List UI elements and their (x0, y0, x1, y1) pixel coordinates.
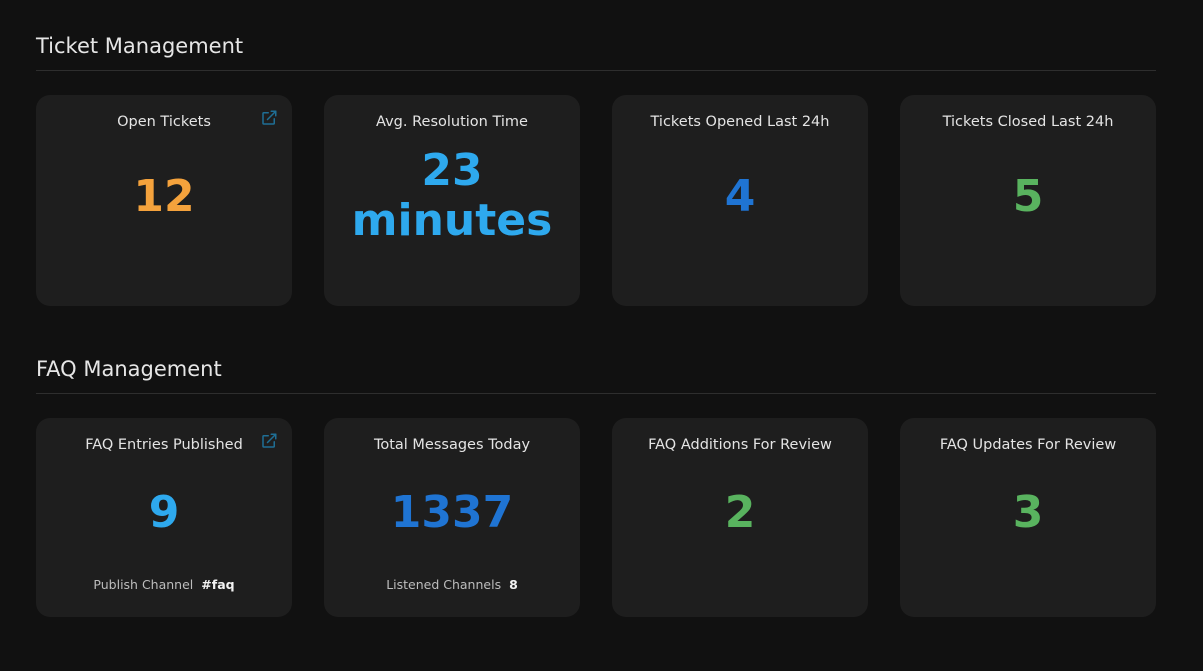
card-title: Open Tickets (117, 114, 211, 130)
card-value: 9 (148, 487, 180, 538)
section-title-ticket-management: Ticket Management (36, 34, 244, 58)
faq-updates-review-card: FAQ Updates For Review 3 (900, 418, 1156, 617)
card-value: 5 (1012, 171, 1044, 222)
card-title: FAQ Additions For Review (648, 437, 832, 453)
card-value-unit: minutes (351, 195, 553, 246)
avg-resolution-time-card: Avg. Resolution Time 23 minutes (324, 95, 580, 306)
card-value-number: 23 (421, 145, 483, 196)
external-link-icon[interactable] (260, 109, 278, 127)
card-value: 1337 (390, 487, 514, 538)
card-value: 2 (724, 487, 756, 538)
faq-additions-review-card: FAQ Additions For Review 2 (612, 418, 868, 617)
footer-value: 8 (509, 577, 518, 592)
card-value: 23 minutes (324, 146, 580, 246)
total-messages-today-card: Total Messages Today 1337 Listened Chann… (324, 418, 580, 617)
card-value: 3 (1012, 487, 1044, 538)
footer-value: #faq (201, 577, 235, 592)
section-title-faq-management: FAQ Management (36, 357, 222, 381)
card-title: Tickets Closed Last 24h (942, 114, 1114, 130)
card-value: 4 (724, 171, 756, 222)
faq-entries-published-card[interactable]: FAQ Entries Published 9 Publish Channel #… (36, 418, 292, 617)
faq-management-section: FAQ Management FAQ Entries Published 9 P… (36, 355, 1156, 617)
card-value: 12 (133, 171, 195, 222)
external-link-icon[interactable] (260, 432, 278, 450)
section-divider (36, 70, 1156, 71)
ticket-management-section: Ticket Management Open Tickets 12 Avg. R… (36, 32, 1156, 306)
faq-cards: FAQ Entries Published 9 Publish Channel #… (36, 418, 1156, 617)
footer-label: Listened Channels (386, 577, 502, 592)
card-title: Total Messages Today (373, 437, 531, 453)
card-title: FAQ Entries Published (85, 437, 243, 453)
card-title: Tickets Opened Last 24h (650, 114, 830, 130)
tickets-closed-card: Tickets Closed Last 24h 5 (900, 95, 1156, 306)
card-title: Avg. Resolution Time (376, 114, 528, 130)
card-footer: Listened Channels 8 (324, 577, 580, 592)
ticket-cards: Open Tickets 12 Avg. Resolution Time 23 … (36, 95, 1156, 306)
open-tickets-card[interactable]: Open Tickets 12 (36, 95, 292, 306)
footer-label: Publish Channel (93, 577, 194, 592)
card-footer: Publish Channel #faq (36, 577, 292, 592)
tickets-opened-card: Tickets Opened Last 24h 4 (612, 95, 868, 306)
section-divider (36, 393, 1156, 394)
dashboard-page: Ticket Management Open Tickets 12 Avg. R… (0, 0, 1203, 671)
card-title: FAQ Updates For Review (939, 437, 1117, 453)
